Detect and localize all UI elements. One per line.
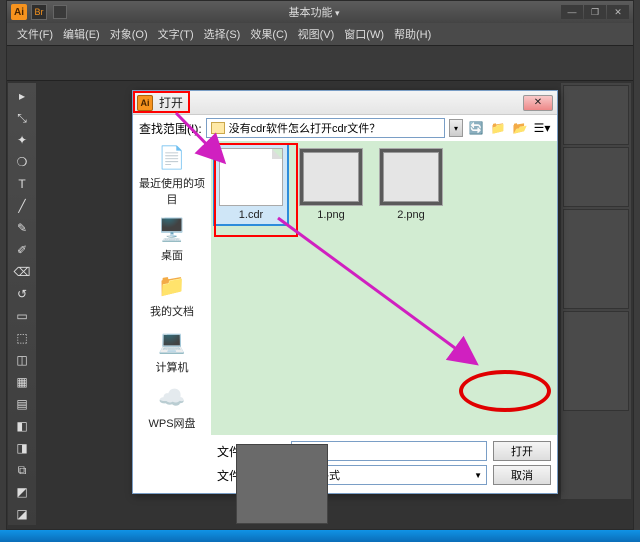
place-label: 计算机 <box>137 359 207 375</box>
place-wps[interactable]: ☁️ WPS网盘 <box>137 383 207 431</box>
documents-icon: 📁 <box>154 271 190 301</box>
lookin-path: 没有cdr软件怎么打开cdr文件？ <box>229 120 381 136</box>
app-logo-icon: Ai <box>11 4 27 20</box>
lookin-dropdown-arrow[interactable]: ▾ <box>449 119 463 137</box>
cancel-button[interactable]: 取消 <box>493 465 551 485</box>
menu-file[interactable]: 文件(F) <box>13 24 57 44</box>
place-computer[interactable]: 💻 计算机 <box>137 327 207 375</box>
tool-direct[interactable]: ⤡ <box>10 108 34 128</box>
file-thumb-doc-icon <box>219 148 283 206</box>
tool-blend[interactable]: ◨ <box>10 438 34 458</box>
menu-object[interactable]: 对象(O) <box>106 24 152 44</box>
menu-select[interactable]: 选择(S) <box>200 24 245 44</box>
tool-wand[interactable]: ✦ <box>10 130 34 150</box>
lookin-label: 查找范围(I): <box>139 120 202 137</box>
panel-stub-1[interactable] <box>563 85 629 145</box>
panel-dock <box>561 83 631 499</box>
panel-stub-2[interactable] <box>563 147 629 207</box>
tool-eyedrop[interactable]: ⧉ <box>10 460 34 480</box>
close-button[interactable]: ✕ <box>607 5 629 19</box>
file-list[interactable]: 1.cdr 1.png 2.png <box>211 141 557 435</box>
tool-artboard[interactable]: ◩ <box>10 482 34 502</box>
restore-button[interactable]: ❐ <box>584 5 606 19</box>
dialog-close-button[interactable]: ✕ <box>523 95 553 111</box>
bridge-logo-icon[interactable]: Br <box>31 4 47 20</box>
place-label: 我的文档 <box>137 303 207 319</box>
place-label: 桌面 <box>137 247 207 263</box>
file-name-label: 2.png <box>378 209 444 221</box>
place-documents[interactable]: 📁 我的文档 <box>137 271 207 319</box>
toolbox: ▸ ⤡ ✦ ❍ T ╱ ✎ ✐ ⌫ ↺ ▭ ⬚ ◫ ▦ ▤ ◧ ◨ ⧉ ◩ ◪ <box>8 83 36 525</box>
control-bar <box>7 45 633 81</box>
tool-selection[interactable]: ▸ <box>10 86 34 106</box>
file-item-1-png[interactable]: 1.png <box>295 145 367 224</box>
viewmenu-icon[interactable]: ☰▾ <box>533 119 551 137</box>
open-button[interactable]: 打开 <box>493 441 551 461</box>
places-bar: 📄 最近使用的项目 🖥️ 桌面 📁 我的文档 💻 计算机 ☁️ WPS网盘 <box>133 141 211 493</box>
menu-type[interactable]: 文字(T) <box>154 24 198 44</box>
place-label: WPS网盘 <box>137 415 207 431</box>
tool-pencil[interactable]: ✐ <box>10 240 34 260</box>
title-bar: Ai Br 基本功能 — ❐ ✕ <box>7 1 633 23</box>
panel-stub-4[interactable] <box>563 311 629 411</box>
menu-view[interactable]: 视图(V) <box>294 24 339 44</box>
tool-grid[interactable]: ◫ <box>10 350 34 370</box>
tool-gradient[interactable]: ◧ <box>10 416 34 436</box>
tool-type[interactable]: T <box>10 174 34 194</box>
panel-stub-3[interactable] <box>563 209 629 309</box>
file-item-2-png[interactable]: 2.png <box>375 145 447 224</box>
file-thumb-img-icon <box>299 148 363 206</box>
dialog-titlebar: Ai 打开 ✕ <box>133 91 557 115</box>
toolbar-stub-icon[interactable] <box>53 5 67 19</box>
file-item-1-cdr[interactable]: 1.cdr <box>215 145 287 224</box>
tool-pen[interactable]: ✎ <box>10 218 34 238</box>
minimize-button[interactable]: — <box>561 5 583 19</box>
dialog-body: 📄 最近使用的项目 🖥️ 桌面 📁 我的文档 💻 计算机 ☁️ WPS网盘 <box>133 141 557 493</box>
menu-bar: 文件(F) 编辑(E) 对象(O) 文字(T) 选择(S) 效果(C) 视图(V… <box>7 23 633 45</box>
file-thumb-img-icon <box>379 148 443 206</box>
back-icon[interactable]: 🔄 <box>467 119 485 137</box>
tool-mesh[interactable]: ▤ <box>10 394 34 414</box>
place-label: 最近使用的项目 <box>137 175 207 207</box>
place-recent[interactable]: 📄 最近使用的项目 <box>137 143 207 207</box>
file-area: 1.cdr 1.png 2.png 文件名(N): 打开 文 <box>211 141 557 493</box>
tool-slice[interactable]: ◪ <box>10 504 34 524</box>
place-desktop[interactable]: 🖥️ 桌面 <box>137 215 207 263</box>
desktop-icon: 🖥️ <box>154 215 190 245</box>
menu-effect[interactable]: 效果(C) <box>246 24 291 44</box>
menu-help[interactable]: 帮助(H) <box>390 24 435 44</box>
lookin-row: 查找范围(I): 没有cdr软件怎么打开cdr文件？ ▾ 🔄 📁 📂 ☰▾ <box>133 115 557 141</box>
chevron-down-icon: ▼ <box>474 471 482 480</box>
file-name-label: 1.png <box>298 209 364 221</box>
folder-icon <box>211 122 225 134</box>
dialog-title: 打开 <box>159 94 523 111</box>
file-name-label: 1.cdr <box>218 209 284 221</box>
workspace-label[interactable]: 基本功能 <box>67 4 561 20</box>
up-icon[interactable]: 📁 <box>489 119 507 137</box>
dialog-app-icon: Ai <box>137 95 153 111</box>
tool-rotate[interactable]: ↺ <box>10 284 34 304</box>
taskbar[interactable] <box>0 530 640 542</box>
tool-lasso[interactable]: ❍ <box>10 152 34 172</box>
recent-icon: 📄 <box>154 143 190 173</box>
menu-window[interactable]: 窗口(W) <box>340 24 388 44</box>
menu-edit[interactable]: 编辑(E) <box>59 24 104 44</box>
preview-box <box>236 444 328 524</box>
tool-shape[interactable]: ⬚ <box>10 328 34 348</box>
open-dialog: Ai 打开 ✕ 查找范围(I): 没有cdr软件怎么打开cdr文件？ ▾ 🔄 📁… <box>132 90 558 494</box>
lookin-dropdown[interactable]: 没有cdr软件怎么打开cdr文件？ <box>206 118 445 138</box>
tool-eraser[interactable]: ⌫ <box>10 262 34 282</box>
tool-line[interactable]: ╱ <box>10 196 34 216</box>
newfolder-icon[interactable]: 📂 <box>511 119 529 137</box>
computer-icon: 💻 <box>154 327 190 357</box>
tool-graph[interactable]: ▦ <box>10 372 34 392</box>
tool-rect[interactable]: ▭ <box>10 306 34 326</box>
cloud-icon: ☁️ <box>154 383 190 413</box>
